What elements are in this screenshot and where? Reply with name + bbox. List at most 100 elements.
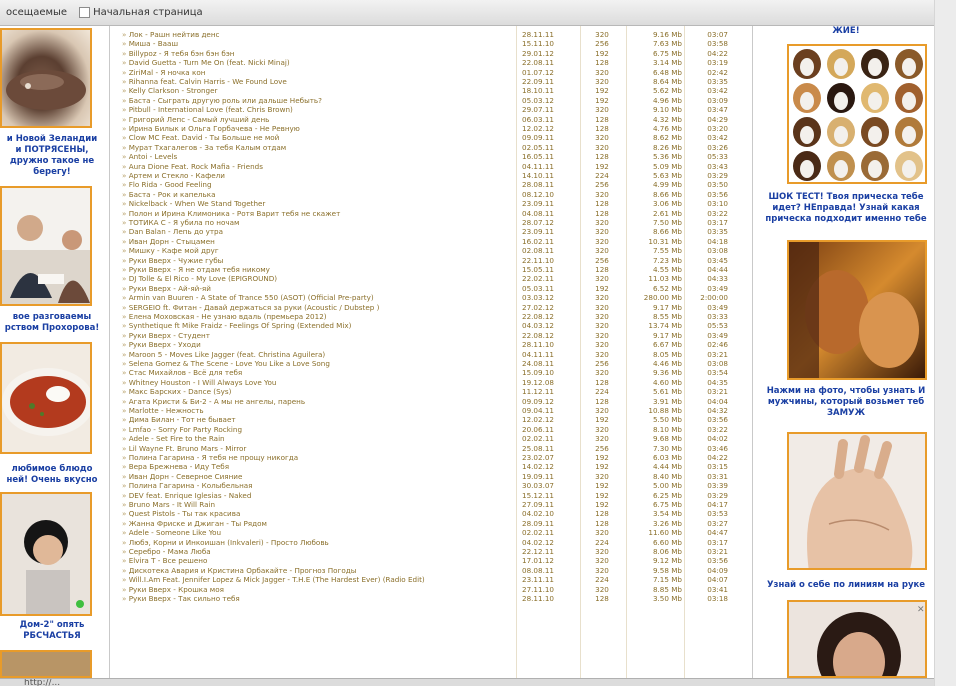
song-title[interactable]: Полон и Ирина Климоника - Ротя Варит теб… [122,209,512,218]
ad-caption-1[interactable]: и Новой Зеландии и ПОТРЯСЕНЫ, дружно так… [0,134,104,178]
table-row[interactable]: Pitbull - International Love (feat. Chri… [114,105,752,114]
song-title[interactable]: Dan Balan - Лепь до утра [122,227,512,236]
song-title[interactable]: Adele - Someone Like You [122,528,512,537]
table-row[interactable]: DJ Tolle & El Rico - My Love (EPIGROUND)… [114,274,752,283]
table-row[interactable]: Elvira T - Все решено 17.01.12 320 9.12 Mb 0… [114,556,752,565]
right-ad-caption-2[interactable]: Нажми на фото, чтобы узнать И мужчины, к… [757,386,934,419]
table-row[interactable]: Lmfao - Sorry For Party Rocking 20.06.11 3… [114,425,752,434]
song-title[interactable]: Rihanna feat. Calvin Harris - We Found L… [122,77,512,86]
song-title[interactable]: Лок - Рашн нейтив денс [122,30,512,39]
song-title[interactable]: Вера Брежнева - Иду Тебя [122,462,512,471]
table-row[interactable]: Агата Кристи & Би-2 - А мы не ангелы, па… [114,397,752,406]
table-row[interactable]: Дискотека Авария и Кристина Орбакайте - … [114,566,752,575]
song-title[interactable]: Synthetique ft Mike Fraidz - Feelings Of… [122,321,512,330]
table-row[interactable]: Руки Вверх - Чужие губы 22.11.10 256 7.23 M… [114,256,752,265]
table-row[interactable]: Marlotte - Нежность 09.04.11 320 10.88 Mb 04… [114,406,752,415]
song-title[interactable]: Стас Михайлов - Всё для тебя [122,368,512,377]
song-title[interactable]: Дима Билан - Тот не бывает [122,415,512,424]
table-row[interactable]: Дима Билан - Тот не бывает 12.02.12 192 5.5… [114,415,752,424]
table-row[interactable]: Adele - Set Fire to the Rain 02.02.11 320 9… [114,434,752,443]
table-row[interactable]: Руки Вверх - Так сильно тебя 28.11.10 128 3… [114,594,752,603]
table-row[interactable]: Серебро - Мама Люба 22.12.11 320 8.06 Mb 03:… [114,547,752,556]
song-title[interactable]: Elvira T - Все решено [122,556,512,565]
song-title[interactable]: Antoi - Levels [122,152,512,161]
song-title[interactable]: Дискотека Авария и Кристина Орбакайте - … [122,566,512,575]
song-title[interactable]: Елена Моховская - Не узнаю вдаль (премье… [122,312,512,321]
table-row[interactable]: Иван Дорн - Стыцамен 16.02.11 320 10.31 Mb 0… [114,237,752,246]
song-title[interactable]: Whitney Houston - I Will Always Love You [122,378,512,387]
right-ad-image-palm[interactable] [787,432,927,570]
ad-caption-4[interactable]: Дом-2" опять РБСЧАСТЬЯ [0,620,104,642]
table-row[interactable]: SERGEIO ft. Фитан - Давай держаться за р… [114,303,752,312]
song-title[interactable]: Полина Гагарина - Колыбельная [122,481,512,490]
page-scrollbar[interactable] [934,0,956,686]
song-title[interactable]: Armin van Buuren - A State of Trance 550… [122,293,512,302]
table-row[interactable]: Billypoz - Я тебя бэн бэн бэн 29.01.12 192… [114,49,752,58]
ad-caption-3[interactable]: любимое блюдо ней! Очень вкусно [0,464,104,486]
song-title[interactable]: Мурат Тхагалегов - За тебя Калым отдам [122,143,512,152]
ad-image-1[interactable] [0,28,92,128]
right-ad-caption-0[interactable]: ЖИЕ! [757,26,934,37]
song-title[interactable]: Maroon 5 - Moves Like Jagger (feat. Chri… [122,350,512,359]
table-row[interactable]: Руки Вверх - Ай-яй-яй 05.03.11 192 6.52 Mb 0… [114,284,752,293]
table-row[interactable]: Жанна Фриске и Джиган - Ты Рядом 28.09.11… [114,519,752,528]
song-title[interactable]: Жанна Фриске и Джиган - Ты Рядом [122,519,512,528]
table-row[interactable]: Bruno Mars - It Will Rain 27.09.11 192 6.75… [114,500,752,509]
song-title[interactable]: Макс Барских - Dance (Sys) [122,387,512,396]
song-title[interactable]: Иван Дорн - Северное Сияние [122,472,512,481]
song-title[interactable]: Nickelback - When We Stand Together [122,199,512,208]
table-row[interactable]: Aura Dione Feat. Rock Mafia - Friends 04.… [114,162,752,171]
table-row[interactable]: Quest Pistols - Ты так красива 04.02.10 12… [114,509,752,518]
table-row[interactable]: Баста - Рок и капелька 08.12.10 320 8.66 Mb… [114,190,752,199]
table-row[interactable]: Артем и Стекло - Кафели 14.10.11 224 5.63 M… [114,171,752,180]
song-title[interactable]: Will.I.Am Feat. Jennifer Lopez & Mick Ja… [122,575,512,584]
table-row[interactable]: Kelly Clarkson - Stronger 18.10.11 192 5.62… [114,86,752,95]
song-title[interactable]: Агата Кристи & Би-2 - А мы не ангелы, па… [122,397,512,406]
song-title[interactable]: Marlotte - Нежность [122,406,512,415]
table-row[interactable]: Вера Брежнева - Иду Тебя 14.02.12 192 4.44 … [114,462,752,471]
song-title[interactable]: DEV feat. Enrique Iglesias - Naked [122,491,512,500]
table-row[interactable]: Whitney Houston - I Will Always Love You… [114,378,752,387]
song-title[interactable]: Selena Gomez & The Scene - Love You Like… [122,359,512,368]
table-row[interactable]: Мишку - Кафе мой друг 02.08.11 320 7.55 Mb 0… [114,246,752,255]
song-title[interactable]: Aura Dione Feat. Rock Mafia - Friends [122,162,512,171]
ad-image-5[interactable] [0,650,92,678]
table-row[interactable]: ZiriMal - Я ночка кон 01.07.12 320 6.48 Mb 0… [114,68,752,77]
table-row[interactable]: Will.I.Am Feat. Jennifer Lopez & Mick Ja… [114,575,752,584]
song-title[interactable]: Мишку - Кафе мой друг [122,246,512,255]
song-title[interactable]: Серебро - Мама Люба [122,547,512,556]
right-ad-caption-1[interactable]: ШОК ТЕСТ! Твоя прическа тебе идет? НЕпра… [757,192,934,225]
table-row[interactable]: Стас Михайлов - Всё для тебя 15.09.10 320 9… [114,368,752,377]
table-row[interactable]: Лок - Рашн нейтив денс 28.11.11 320 9.16 Mb… [114,30,752,39]
ad-caption-2[interactable]: вое разговаемы рством Прохорова! [0,312,104,334]
song-title[interactable]: Lil Wayne Ft. Bruno Mars - Mirror [122,444,512,453]
table-row[interactable]: Полина Гагарина - Я тебя не прощу никогд… [114,453,752,462]
table-row[interactable]: Любэ, Корни и Инкоишан (Inkvaleri) - Про… [114,538,752,547]
song-title[interactable]: Руки Вверх - Ай-яй-яй [122,284,512,293]
table-row[interactable]: Adele - Someone Like You 02.02.11 320 11.60… [114,528,752,537]
song-title[interactable]: Ирина Билык и Ольга Горбачева - Не Ревну… [122,124,512,133]
table-row[interactable]: Руки Вверх - Я не отдам тебя никому 15.05… [114,265,752,274]
song-title[interactable]: Руки Вверх - Крошка моя [122,585,512,594]
song-title[interactable]: Kelly Clarkson - Stronger [122,86,512,95]
table-row[interactable]: Григорий Лепс - Самый лучший день 06.03.1… [114,115,752,124]
song-title[interactable]: Баста - Сыграть другую роль или дальше Н… [122,96,512,105]
song-title[interactable]: Иван Дорн - Стыцамен [122,237,512,246]
song-title[interactable]: Clow МС Feat. David - Ты Больше не мой [122,133,512,142]
song-title[interactable]: Артем и Стекло - Кафели [122,171,512,180]
table-row[interactable]: Flo Rida - Good Feeling 28.08.11 256 4.99 M… [114,180,752,189]
song-title[interactable]: Flo Rida - Good Feeling [122,180,512,189]
table-row[interactable]: Maroon 5 - Moves Like Jagger (feat. Chri… [114,350,752,359]
song-title[interactable]: David Guetta - Turn Me On (feat. Nicki M… [122,58,512,67]
table-row[interactable]: Armin van Buuren - A State of Trance 550… [114,293,752,302]
table-row[interactable]: Lil Wayne Ft. Bruno Mars - Mirror 25.08.1… [114,444,752,453]
table-row[interactable]: Мурат Тхагалегов - За тебя Калым отдам 02… [114,143,752,152]
table-row[interactable]: Dan Balan - Лепь до утра 23.09.11 320 8.66 … [114,227,752,236]
song-title[interactable]: Руки Вверх - Чужие губы [122,256,512,265]
table-row[interactable]: Полон и Ирина Климоника - Ротя Варит теб… [114,209,752,218]
table-row[interactable]: DEV feat. Enrique Iglesias - Naked 15.12.… [114,491,752,500]
song-title[interactable]: DJ Tolle & El Rico - My Love (EPIGROUND) [122,274,512,283]
song-title[interactable]: ZiriMal - Я ночка кон [122,68,512,77]
song-title[interactable]: Миша - Вааш [122,39,512,48]
song-title[interactable]: Руки Вверх - Я не отдам тебя никому [122,265,512,274]
